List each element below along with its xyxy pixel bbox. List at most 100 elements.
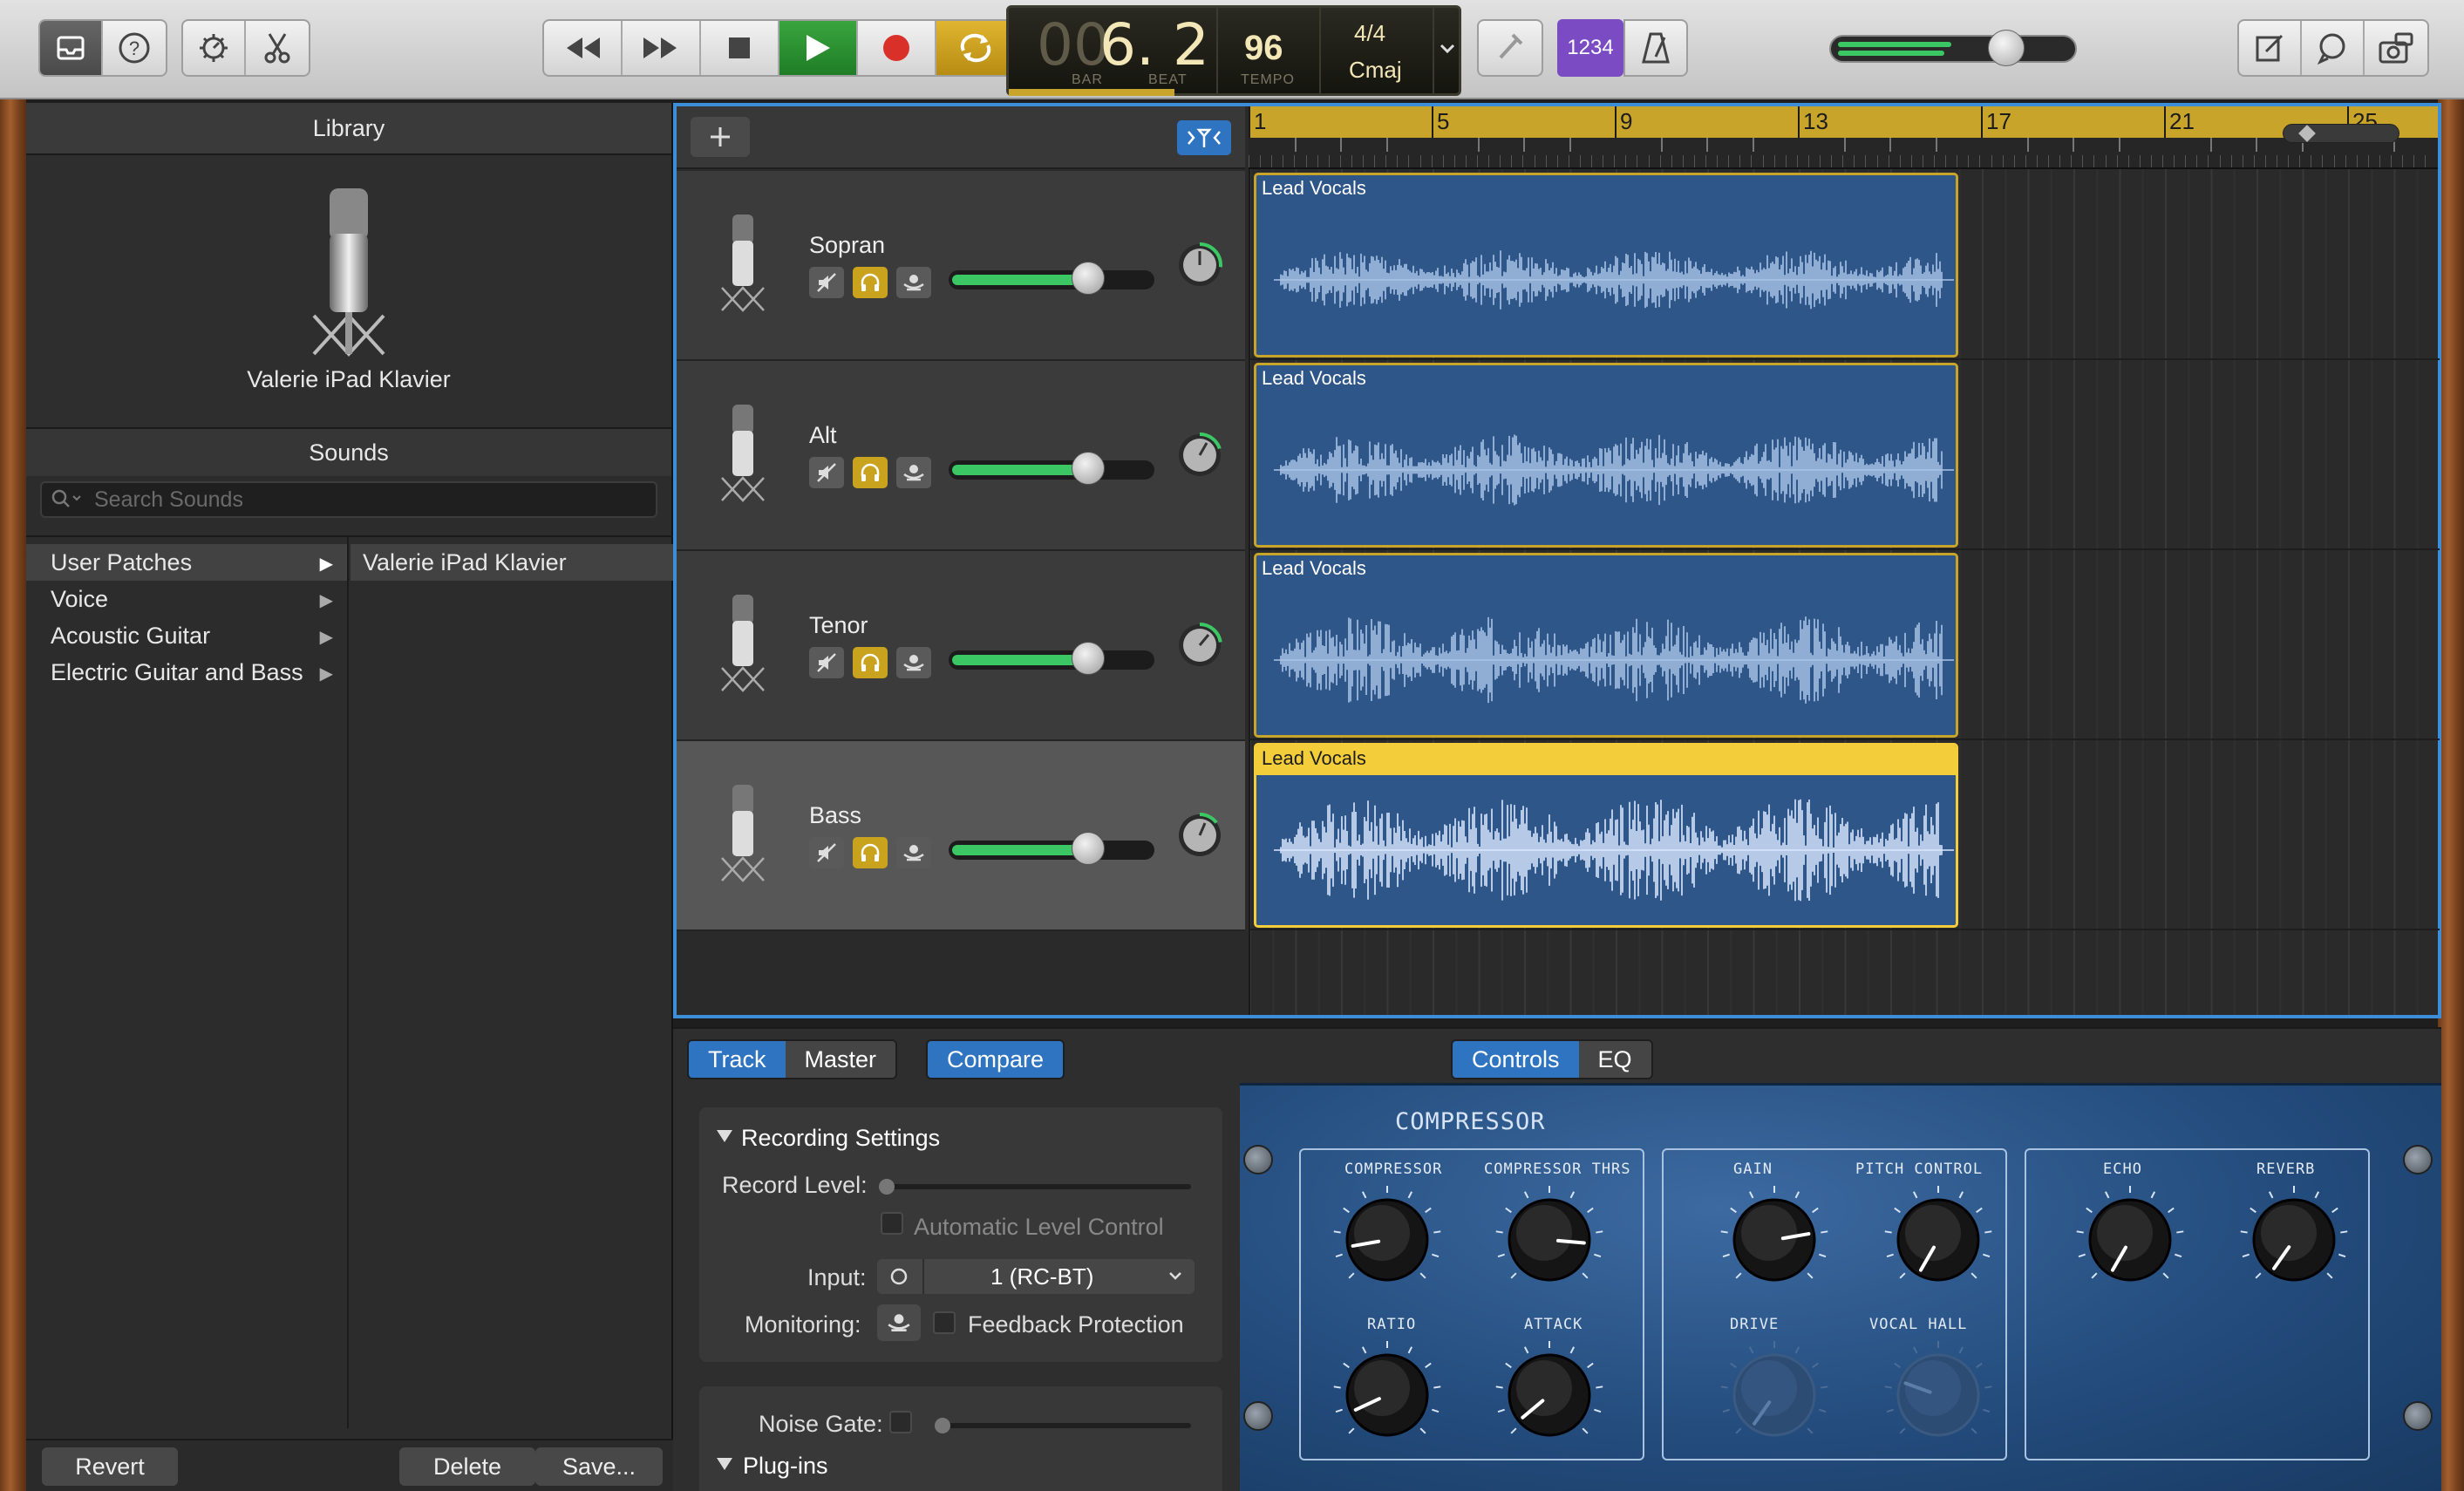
audio-region[interactable]: Lead Vocals bbox=[1254, 173, 1958, 357]
count-in-button[interactable]: 1234 bbox=[1557, 19, 1623, 77]
volume-knob[interactable] bbox=[1072, 452, 1105, 485]
input-monitor-button[interactable] bbox=[896, 647, 931, 678]
record-level-slider[interactable] bbox=[881, 1184, 1191, 1189]
rewind-button[interactable] bbox=[544, 21, 623, 75]
input-monitor-button[interactable] bbox=[896, 457, 931, 488]
library-button[interactable] bbox=[40, 21, 103, 75]
gain-knob[interactable] bbox=[1718, 1183, 1831, 1297]
revert-button[interactable]: Revert bbox=[42, 1447, 178, 1486]
timeline-ruler[interactable]: 1 5 9 13 17 21 25 bbox=[1249, 106, 2438, 169]
cycle-region-bar[interactable] bbox=[1249, 106, 2438, 138]
volume-slider[interactable] bbox=[949, 841, 1154, 860]
tab-controls[interactable]: Controls bbox=[1453, 1041, 1579, 1078]
record-button[interactable] bbox=[858, 21, 936, 75]
help-button[interactable]: ? bbox=[103, 21, 166, 75]
noise-gate-thumb[interactable] bbox=[935, 1418, 950, 1433]
audio-region[interactable]: Lead Vocals bbox=[1254, 553, 1958, 738]
solo-button[interactable] bbox=[853, 837, 888, 868]
tab-master[interactable]: Master bbox=[785, 1041, 896, 1078]
arrange-area[interactable]: Lead Vocals Lead Vocals Lead Vocals Lead… bbox=[1249, 169, 2440, 1015]
audio-region[interactable]: Lead Vocals bbox=[1254, 363, 1958, 548]
metronome-button[interactable] bbox=[1625, 21, 1686, 75]
volume-slider[interactable] bbox=[949, 270, 1154, 289]
category-item-voice[interactable]: Voice ▶ bbox=[26, 581, 347, 617]
disclosure-triangle-icon[interactable] bbox=[715, 1128, 734, 1144]
search-sounds-field[interactable] bbox=[40, 481, 657, 518]
mute-button[interactable] bbox=[809, 457, 844, 488]
search-input[interactable] bbox=[94, 487, 617, 513]
tab-track[interactable]: Track bbox=[689, 1041, 786, 1078]
delete-button[interactable]: Delete bbox=[399, 1447, 535, 1486]
zoom-slider[interactable] bbox=[2283, 124, 2399, 143]
mute-button[interactable] bbox=[809, 267, 844, 298]
pitch-control-knob[interactable] bbox=[1882, 1183, 1995, 1297]
master-volume-knob[interactable] bbox=[1988, 30, 2025, 66]
editors-button[interactable] bbox=[246, 21, 309, 75]
solo-button[interactable] bbox=[853, 457, 888, 488]
solo-button[interactable] bbox=[853, 647, 888, 678]
volume-knob[interactable] bbox=[1072, 642, 1105, 675]
stop-button[interactable] bbox=[701, 21, 779, 75]
add-track-button[interactable] bbox=[691, 117, 750, 157]
tuner-button[interactable] bbox=[1479, 21, 1542, 75]
solo-button[interactable] bbox=[853, 267, 888, 298]
compressor-knob[interactable] bbox=[1331, 1183, 1444, 1297]
category-item-user-patches[interactable]: User Patches ▶ bbox=[26, 544, 347, 581]
knob-tick bbox=[1523, 1191, 1529, 1199]
cycle-button[interactable] bbox=[936, 21, 1015, 75]
track-header[interactable]: Alt bbox=[677, 361, 1245, 551]
reverb-knob[interactable] bbox=[2237, 1183, 2351, 1297]
attack-knob[interactable] bbox=[1493, 1338, 1606, 1452]
automatic-level-checkbox[interactable] bbox=[881, 1212, 903, 1235]
pan-knob[interactable] bbox=[1175, 811, 1224, 860]
catch-playhead-button[interactable] bbox=[1177, 120, 1231, 155]
notepad-button[interactable] bbox=[2239, 21, 2302, 75]
waveform bbox=[1274, 616, 1954, 704]
volume-knob[interactable] bbox=[1072, 832, 1105, 865]
tab-eq[interactable]: EQ bbox=[1578, 1041, 1651, 1078]
smart-controls-button[interactable] bbox=[183, 21, 246, 75]
track-header[interactable]: Bass bbox=[677, 741, 1245, 931]
vocal-hall-knob[interactable] bbox=[1882, 1338, 1995, 1452]
volume-knob[interactable] bbox=[1072, 262, 1105, 295]
pan-knob[interactable] bbox=[1175, 621, 1224, 670]
feedback-protection-checkbox[interactable] bbox=[933, 1311, 956, 1334]
disclosure-triangle-icon[interactable] bbox=[715, 1456, 734, 1472]
ruler-subtick bbox=[2036, 155, 2038, 167]
volume-slider[interactable] bbox=[949, 650, 1154, 670]
media-browser-button[interactable] bbox=[2365, 21, 2427, 75]
noise-gate-checkbox[interactable] bbox=[889, 1411, 912, 1433]
loop-browser-button[interactable] bbox=[2302, 21, 2365, 75]
tab-track-label: Track bbox=[708, 1045, 766, 1072]
category-item-electric-guitar-and-bass[interactable]: Electric Guitar and Bass ▶ bbox=[26, 654, 347, 691]
noise-gate-slider[interactable] bbox=[936, 1423, 1191, 1428]
input-monitor-button[interactable] bbox=[896, 267, 931, 298]
pan-knob[interactable] bbox=[1175, 431, 1224, 480]
record-level-thumb[interactable] bbox=[879, 1179, 895, 1195]
mute-button[interactable] bbox=[809, 647, 844, 678]
track-header[interactable]: Sopran bbox=[677, 171, 1245, 361]
zoom-slider-thumb[interactable] bbox=[2298, 125, 2316, 142]
monitoring-button[interactable] bbox=[877, 1304, 921, 1341]
input-select[interactable]: 1 (RC-BT) bbox=[877, 1259, 1195, 1294]
fast-forward-button[interactable] bbox=[623, 21, 701, 75]
volume-slider[interactable] bbox=[949, 460, 1154, 480]
audio-region[interactable]: Lead Vocals bbox=[1254, 743, 1958, 928]
mute-button[interactable] bbox=[809, 837, 844, 868]
chevron-down-icon[interactable] bbox=[1440, 43, 1455, 55]
master-volume-slider[interactable] bbox=[1829, 30, 2077, 66]
track-header[interactable]: Tenor bbox=[677, 551, 1245, 741]
drive-knob[interactable] bbox=[1718, 1338, 1831, 1452]
input-monitor-button[interactable] bbox=[896, 837, 931, 868]
patch-label: Valerie iPad Klavier bbox=[363, 548, 567, 575]
ratio-knob[interactable] bbox=[1331, 1338, 1444, 1452]
lcd-display[interactable]: 00 6. 2 BAR BEAT 96 TEMPO 4/4 Cmaj bbox=[1006, 5, 1461, 96]
save-button[interactable]: Save... bbox=[535, 1447, 663, 1486]
compressor-threshold-knob[interactable] bbox=[1493, 1183, 1606, 1297]
compare-button[interactable]: Compare bbox=[928, 1041, 1064, 1078]
echo-knob[interactable] bbox=[2073, 1183, 2187, 1297]
patch-item[interactable]: Valerie iPad Klavier bbox=[351, 544, 673, 581]
category-item-acoustic-guitar[interactable]: Acoustic Guitar ▶ bbox=[26, 617, 347, 654]
play-button[interactable] bbox=[779, 21, 858, 75]
pan-knob[interactable] bbox=[1175, 241, 1224, 289]
